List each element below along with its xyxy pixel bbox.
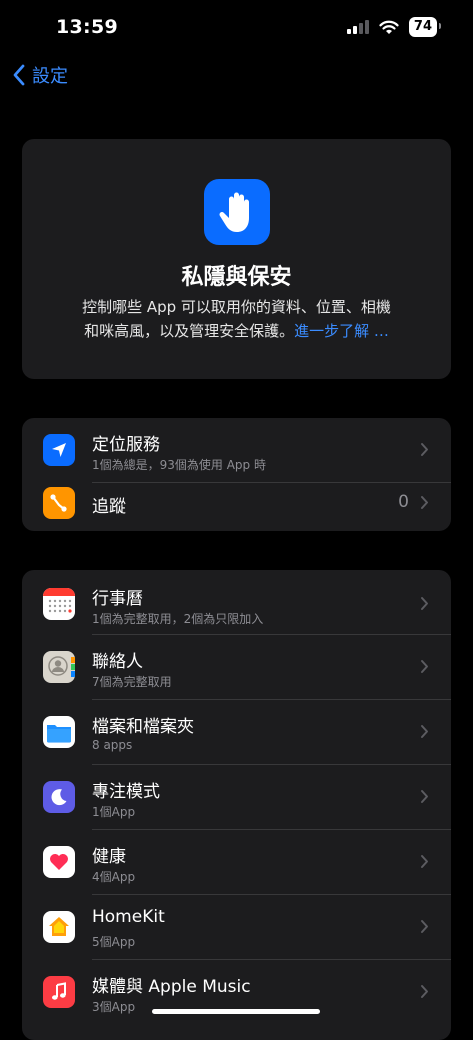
- row-title: HomeKit: [92, 907, 165, 927]
- description-text: 和咪高風，以及管理安全保護。: [84, 322, 295, 340]
- row-subtitle: 5個App: [92, 935, 136, 949]
- status-icons: 74: [346, 17, 442, 37]
- description-line-1: 控制哪些 App 可以取用你的資料、位置、相機: [82, 298, 391, 316]
- row-title: 行事曆: [92, 589, 143, 609]
- battery-indicator: 74: [408, 17, 442, 37]
- chevron-right-icon: [421, 597, 428, 610]
- row-subtitle: 8 apps: [92, 738, 133, 752]
- chevron-right-icon: [421, 985, 428, 998]
- location-arrow-icon: [43, 434, 75, 466]
- privacy-header-card: 私隱與保安 控制哪些 App 可以取用你的資料、位置、相機 和咪高風，以及管理安…: [22, 139, 451, 379]
- row-homekit[interactable]: HomeKit 5個App: [22, 895, 451, 960]
- home-indicator[interactable]: [152, 1009, 320, 1014]
- row-title: 專注模式: [92, 782, 160, 802]
- chevron-right-icon: [421, 855, 428, 868]
- row-files[interactable]: 檔案和檔案夾 8 apps: [22, 700, 451, 765]
- row-title: 檔案和檔案夾: [92, 717, 194, 737]
- row-value: 0: [398, 492, 409, 512]
- folder-icon: [43, 716, 75, 748]
- contacts-icon: [43, 651, 75, 683]
- status-time: 13:59: [56, 16, 118, 38]
- chevron-right-icon: [421, 496, 428, 509]
- settings-group-location: 定位服務 1個為總是，93個為使用 App 時 追蹤 0: [22, 418, 451, 531]
- row-title: 健康: [92, 847, 126, 867]
- row-contacts[interactable]: 聯絡人 7個為完整取用: [22, 635, 451, 700]
- heart-icon: [43, 846, 75, 878]
- chevron-right-icon: [421, 660, 428, 673]
- row-title: 追蹤: [92, 497, 126, 517]
- row-location-services[interactable]: 定位服務 1個為總是，93個為使用 App 時: [22, 418, 451, 483]
- cellular-signal-icon: [346, 20, 369, 34]
- home-icon: [43, 911, 75, 943]
- back-button[interactable]: 設定: [12, 62, 68, 88]
- moon-icon: [43, 781, 75, 813]
- wifi-icon: [379, 20, 399, 34]
- row-health[interactable]: 健康 4個App: [22, 830, 451, 895]
- row-subtitle: 4個App: [92, 870, 136, 884]
- row-tracking[interactable]: 追蹤 0: [22, 475, 451, 531]
- page-title: 私隱與保安: [181, 265, 292, 290]
- row-subtitle: 1個為總是，93個為使用 App 時: [92, 458, 266, 472]
- learn-more-link[interactable]: 進一步了解 …: [294, 322, 389, 340]
- row-subtitle: 7個為完整取用: [92, 675, 172, 689]
- privacy-hand-icon: [204, 179, 270, 245]
- row-title: 聯絡人: [92, 652, 143, 672]
- row-focus[interactable]: 專注模式 1個App: [22, 765, 451, 830]
- row-title: 定位服務: [92, 435, 160, 455]
- chevron-right-icon: [421, 790, 428, 803]
- status-bar: 13:59 74: [0, 0, 473, 56]
- settings-group-data-access: 行事曆 1個為完整取用，2個為只限加入 聯絡人 7個為完整取用 檔案和檔案夾 8…: [22, 570, 451, 1040]
- chevron-right-icon: [421, 920, 428, 933]
- chevron-right-icon: [421, 443, 428, 456]
- calendar-icon: [43, 588, 75, 620]
- description-line-2: 和咪高風，以及管理安全保護。進一步了解 …: [46, 319, 427, 343]
- row-subtitle: 3個App: [92, 1000, 136, 1014]
- row-media-apple-music[interactable]: 媒體與 Apple Music 3個App: [22, 960, 451, 1025]
- row-subtitle: 1個為完整取用，2個為只限加入: [92, 612, 264, 626]
- chevron-right-icon: [421, 725, 428, 738]
- page-description: 控制哪些 App 可以取用你的資料、位置、相機 和咪高風，以及管理安全保護。進一…: [46, 295, 427, 343]
- music-note-icon: [43, 976, 75, 1008]
- row-subtitle: 1個App: [92, 805, 136, 819]
- tracking-icon: [43, 487, 75, 519]
- row-calendar[interactable]: 行事曆 1個為完整取用，2個為只限加入: [22, 572, 451, 637]
- chevron-left-icon: [13, 64, 25, 86]
- row-title: 媒體與 Apple Music: [92, 977, 251, 997]
- back-label: 設定: [32, 66, 68, 87]
